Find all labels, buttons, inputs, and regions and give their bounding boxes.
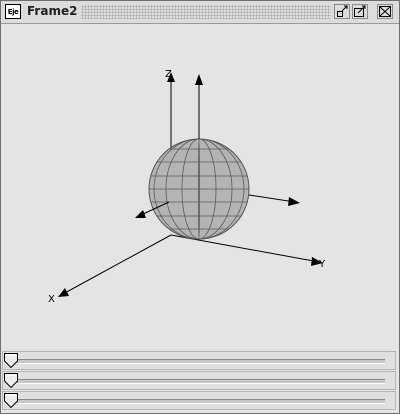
y-axis-label: Y [318, 259, 326, 270]
slider-1-track[interactable] [7, 359, 385, 364]
sphere-right-arrowhead [288, 197, 300, 206]
slider-1-thumb-icon[interactable] [4, 353, 18, 368]
minimize-icon [334, 4, 350, 19]
scene-svg: Z Y X [48, 69, 326, 305]
maximize-button[interactable] [352, 4, 368, 19]
slider-3-thumb-icon[interactable] [4, 393, 18, 408]
window-title: Frame2 [27, 4, 78, 18]
x-axis-label: X [48, 294, 55, 305]
app-icon[interactable]: Eje [5, 4, 21, 19]
frame2-window: Eje Frame2 Z Y X [0, 0, 400, 414]
maximize-icon [352, 4, 368, 19]
sphere-left-arrowhead [135, 210, 146, 218]
slider-panel [1, 351, 399, 413]
close-button[interactable] [377, 4, 393, 19]
x-axis-arrowhead [58, 288, 69, 297]
sphere-up-arrowhead [195, 74, 203, 85]
x-axis-line [62, 234, 172, 295]
3d-canvas[interactable]: Z Y X [3, 25, 397, 351]
minimize-button[interactable] [334, 4, 350, 19]
sphere [148, 138, 250, 240]
slider-3[interactable] [2, 391, 396, 410]
title-bar-texture [81, 5, 331, 19]
slider-2-thumb-icon[interactable] [4, 373, 18, 388]
slider-1[interactable] [2, 351, 396, 370]
sphere-right-axis-line [248, 194, 296, 203]
title-bar[interactable]: Eje Frame2 [1, 1, 399, 24]
slider-2[interactable] [2, 371, 396, 390]
z-axis-label: Z [165, 69, 172, 80]
close-icon [377, 4, 393, 19]
slider-2-track[interactable] [7, 379, 385, 384]
slider-3-track[interactable] [7, 399, 385, 404]
